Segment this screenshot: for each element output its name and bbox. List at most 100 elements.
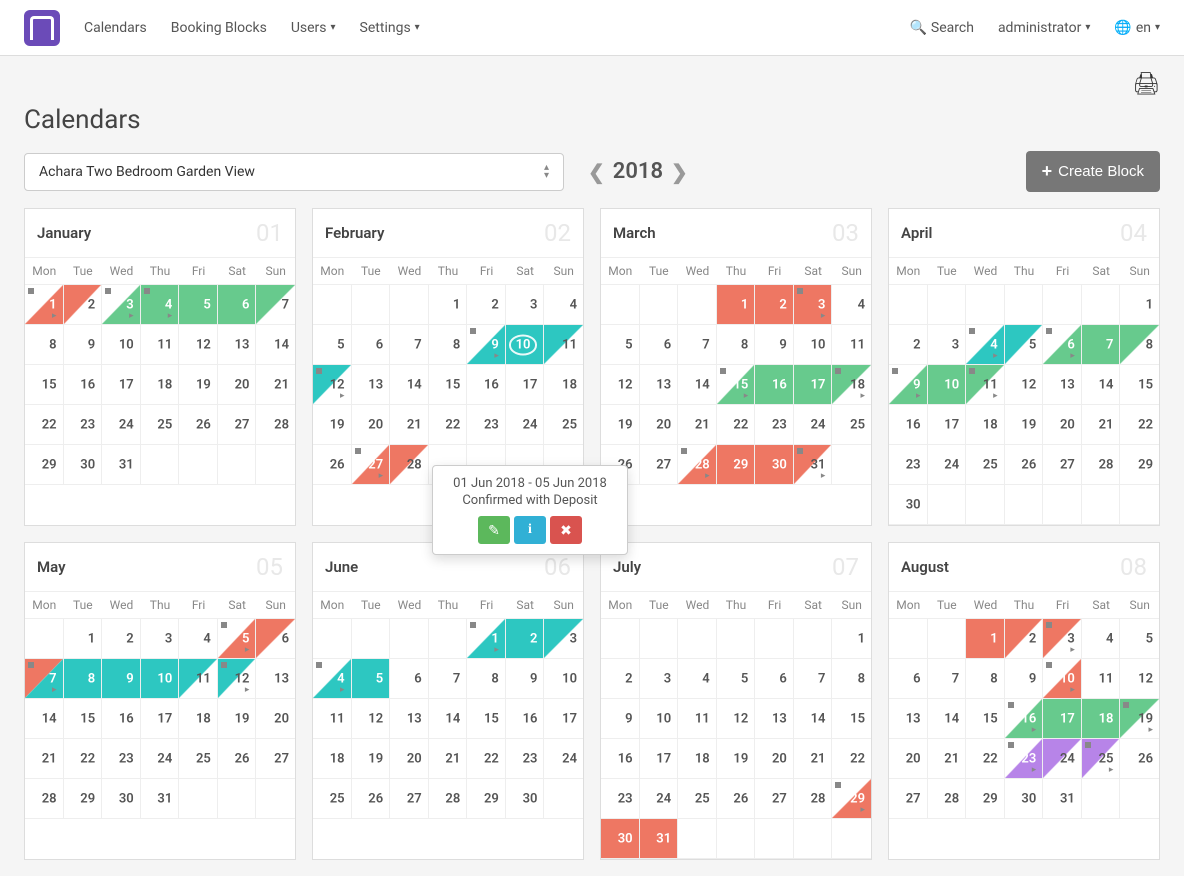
day-cell[interactable]: 8 [467, 659, 506, 699]
day-cell[interactable]: 18 [678, 739, 717, 779]
day-cell[interactable]: ▸4 [966, 325, 1005, 365]
day-cell[interactable]: 26 [1005, 445, 1044, 485]
day-cell[interactable]: ▸6 [1043, 325, 1082, 365]
nav-calendars[interactable]: Calendars [84, 20, 147, 36]
day-cell[interactable]: 4 [678, 659, 717, 699]
day-cell[interactable]: ▸3 [1043, 619, 1082, 659]
day-cell[interactable]: 22 [25, 405, 64, 445]
day-cell[interactable]: ▸4 [313, 659, 352, 699]
day-cell[interactable]: 20 [640, 405, 679, 445]
day-cell[interactable]: 22 [1120, 405, 1159, 445]
day-cell[interactable]: ▸4 [141, 285, 180, 325]
day-cell[interactable]: 10 [141, 659, 180, 699]
day-cell[interactable]: 25 [179, 739, 218, 779]
day-cell[interactable]: 22 [832, 739, 871, 779]
day-cell[interactable]: 30 [755, 445, 794, 485]
day-cell[interactable]: 21 [390, 405, 429, 445]
day-cell[interactable]: 18 [1082, 699, 1121, 739]
day-cell[interactable]: ▸9 [467, 325, 506, 365]
day-cell[interactable]: 4 [544, 285, 583, 325]
tooltip-info-button[interactable]: i [514, 516, 546, 544]
nav-language[interactable]: 🌐 en ▾ [1114, 20, 1160, 36]
print-button[interactable]: 🖨 [24, 72, 1160, 97]
day-cell[interactable]: 27 [218, 405, 257, 445]
day-cell[interactable]: 13 [218, 325, 257, 365]
day-cell[interactable]: 30 [1005, 779, 1044, 819]
day-cell[interactable]: 30 [64, 445, 103, 485]
day-cell[interactable]: 23 [601, 779, 640, 819]
day-cell[interactable]: 23 [467, 405, 506, 445]
day-cell[interactable]: 12 [601, 365, 640, 405]
day-cell[interactable]: 26 [717, 779, 756, 819]
day-cell[interactable]: 14 [390, 365, 429, 405]
day-cell[interactable]: 13 [640, 365, 679, 405]
day-cell[interactable]: 2 [64, 285, 103, 325]
day-cell[interactable]: 7 [256, 285, 295, 325]
day-cell[interactable]: 26 [352, 779, 391, 819]
day-cell[interactable]: 19 [717, 739, 756, 779]
day-cell[interactable]: ▸18 [832, 365, 871, 405]
day-cell[interactable]: 6 [352, 325, 391, 365]
day-cell[interactable]: 6 [256, 619, 295, 659]
day-cell[interactable]: 19 [1005, 405, 1044, 445]
day-cell[interactable]: 1 [1120, 285, 1159, 325]
day-cell[interactable]: 8 [25, 325, 64, 365]
day-cell[interactable]: 13 [1043, 365, 1082, 405]
day-cell[interactable]: 24 [928, 445, 967, 485]
day-cell[interactable]: 27 [1043, 445, 1082, 485]
day-cell[interactable]: ▸29 [832, 779, 871, 819]
day-cell[interactable]: 13 [256, 659, 295, 699]
day-cell[interactable]: 13 [352, 365, 391, 405]
day-cell[interactable]: 7 [794, 659, 833, 699]
day-cell[interactable]: 24 [141, 739, 180, 779]
day-cell[interactable]: 15 [429, 365, 468, 405]
day-cell[interactable]: 6 [755, 659, 794, 699]
day-cell[interactable]: 25 [966, 445, 1005, 485]
day-cell[interactable]: 12 [1120, 659, 1159, 699]
day-cell[interactable]: 23 [755, 405, 794, 445]
day-cell[interactable]: ▸16 [1005, 699, 1044, 739]
day-cell[interactable]: 26 [313, 445, 352, 485]
day-cell[interactable]: ▸12 [218, 659, 257, 699]
day-cell[interactable]: 21 [256, 365, 295, 405]
day-cell[interactable]: 20 [1043, 405, 1082, 445]
day-cell[interactable]: 16 [102, 699, 141, 739]
day-cell[interactable]: ▸3 [102, 285, 141, 325]
day-cell[interactable]: 3 [640, 659, 679, 699]
day-cell[interactable]: 21 [678, 405, 717, 445]
day-cell[interactable]: 11 [1082, 659, 1121, 699]
day-cell[interactable]: 14 [429, 699, 468, 739]
day-cell[interactable]: 8 [717, 325, 756, 365]
day-cell[interactable]: 16 [601, 739, 640, 779]
day-cell[interactable]: 30 [506, 779, 545, 819]
day-cell[interactable]: 2 [1005, 619, 1044, 659]
day-cell[interactable]: 3 [141, 619, 180, 659]
day-cell[interactable]: 29 [966, 779, 1005, 819]
day-cell[interactable]: ▸5 [218, 619, 257, 659]
day-cell[interactable]: 18 [141, 365, 180, 405]
day-cell[interactable]: 2 [601, 659, 640, 699]
day-cell[interactable]: 2 [755, 285, 794, 325]
day-cell[interactable]: 1 [966, 619, 1005, 659]
day-cell[interactable]: ▸1 [25, 285, 64, 325]
year-prev-button[interactable]: ❮ [588, 160, 605, 184]
day-cell[interactable]: 5 [352, 659, 391, 699]
day-cell[interactable]: 7 [678, 325, 717, 365]
day-cell[interactable]: 16 [755, 365, 794, 405]
day-cell[interactable]: 7 [928, 659, 967, 699]
day-cell[interactable]: 9 [755, 325, 794, 365]
day-cell[interactable]: 15 [467, 699, 506, 739]
day-cell[interactable]: 15 [832, 699, 871, 739]
day-cell[interactable]: 8 [429, 325, 468, 365]
day-cell[interactable]: ▸19 [1120, 699, 1159, 739]
day-cell[interactable]: 15 [25, 365, 64, 405]
day-cell[interactable]: 16 [467, 365, 506, 405]
day-cell[interactable]: 24 [1043, 739, 1082, 779]
day-cell[interactable]: 17 [102, 365, 141, 405]
day-cell[interactable]: 1 [429, 285, 468, 325]
day-cell[interactable]: 20 [889, 739, 928, 779]
day-cell[interactable]: 20 [390, 739, 429, 779]
day-cell[interactable]: 2 [889, 325, 928, 365]
nav-settings[interactable]: Settings▾ [360, 20, 420, 36]
day-cell[interactable]: 19 [352, 739, 391, 779]
